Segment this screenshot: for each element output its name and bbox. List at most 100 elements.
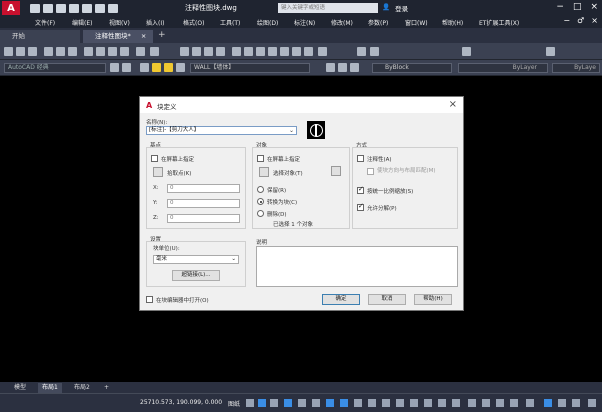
- isometric-icon[interactable]: [326, 399, 334, 407]
- print-icon[interactable]: [44, 47, 53, 56]
- paste-icon[interactable]: [108, 47, 117, 56]
- menu-edit[interactable]: 编辑(E): [72, 18, 109, 27]
- maximize-button[interactable]: □: [573, 2, 582, 12]
- menu-dimension[interactable]: 标注(N): [294, 18, 331, 27]
- layer-previous-icon[interactable]: [338, 63, 347, 72]
- workspace-switch-icon[interactable]: [468, 399, 476, 407]
- chevron-down-icon[interactable]: ⌄: [289, 127, 294, 134]
- quick-properties-icon[interactable]: [510, 399, 518, 407]
- menu-draw[interactable]: 绘图(D): [257, 18, 294, 27]
- design-center-icon[interactable]: [244, 47, 253, 56]
- z-coordinate-field[interactable]: 0: [167, 214, 240, 223]
- cancel-button[interactable]: 取消: [368, 294, 406, 305]
- help-icon[interactable]: [357, 47, 366, 56]
- annotation-scale-icon[interactable]: [452, 399, 460, 407]
- pan-icon[interactable]: [180, 47, 189, 56]
- markup-icon[interactable]: [280, 47, 289, 56]
- tab-layout1[interactable]: 布局1: [38, 383, 62, 393]
- undo-icon[interactable]: [136, 47, 145, 56]
- y-coordinate-field[interactable]: 0: [167, 199, 240, 208]
- open-icon[interactable]: [16, 47, 25, 56]
- object-snap-tracking-icon[interactable]: [340, 399, 348, 407]
- open-icon[interactable]: [43, 3, 53, 13]
- object-snap-icon[interactable]: [354, 399, 362, 407]
- print-icon[interactable]: [82, 3, 92, 13]
- layer-select[interactable]: WALL【墙体】: [190, 63, 310, 73]
- retain-radio[interactable]: [257, 186, 264, 193]
- menu-modify[interactable]: 修改(M): [331, 18, 368, 27]
- quick-select-icon[interactable]: [331, 166, 341, 176]
- undo-icon[interactable]: [95, 3, 105, 13]
- sun-icon[interactable]: [164, 63, 173, 72]
- objects-on-screen-checkbox[interactable]: [257, 155, 264, 162]
- tool-palettes-icon[interactable]: [256, 47, 265, 56]
- menu-parametric[interactable]: 参数(P): [368, 18, 405, 27]
- menu-insert[interactable]: 插入(I): [146, 18, 183, 27]
- doc-close-button[interactable]: ×: [591, 16, 598, 25]
- cursor-coordinates[interactable]: 25710.573, 190.099, 0.000: [140, 399, 222, 406]
- app-menu-button[interactable]: A: [2, 1, 20, 15]
- gear-icon[interactable]: [122, 63, 131, 72]
- menu-et-tools[interactable]: ET扩展工具(X): [479, 18, 539, 27]
- text-style-icon[interactable]: [318, 47, 327, 56]
- make-current-icon[interactable]: [326, 63, 335, 72]
- auto-scale-icon[interactable]: [438, 399, 446, 407]
- save-icon[interactable]: [56, 3, 66, 13]
- close-button[interactable]: ×: [590, 2, 598, 12]
- match-orientation-checkbox[interactable]: [367, 168, 374, 175]
- scale-uniformly-checkbox[interactable]: [357, 185, 364, 194]
- units-icon[interactable]: [496, 399, 504, 407]
- menu-window[interactable]: 窗口(W): [405, 18, 442, 27]
- lock-ui-icon[interactable]: [526, 399, 534, 407]
- login-area[interactable]: 👤 登录: [382, 3, 408, 13]
- polar-tracking-icon[interactable]: [312, 399, 320, 407]
- redo-icon[interactable]: [108, 3, 118, 13]
- plus-icon[interactable]: [482, 399, 490, 407]
- calculator-icon[interactable]: [304, 47, 313, 56]
- workspace-select[interactable]: AutoCAD 经典: [4, 63, 106, 73]
- dimension-style-icon[interactable]: [462, 47, 471, 56]
- allow-exploding-checkbox[interactable]: [357, 202, 364, 211]
- tab-close-icon[interactable]: ×: [141, 32, 146, 40]
- paper-space-toggle[interactable]: 图纸: [228, 399, 240, 408]
- sheet-set-icon[interactable]: [268, 47, 277, 56]
- search-input[interactable]: 键入关键字或短语: [278, 3, 378, 13]
- tab-active-drawing[interactable]: 注释性图块* ×: [83, 30, 153, 43]
- tab-start[interactable]: 开始: [0, 30, 80, 43]
- menu-tools[interactable]: 工具(T): [220, 18, 257, 27]
- convert-to-block-radio[interactable]: [257, 198, 264, 205]
- 3d-object-snap-icon[interactable]: [410, 399, 418, 407]
- base-point-on-screen-checkbox[interactable]: [151, 155, 158, 162]
- save-as-icon[interactable]: [69, 3, 79, 13]
- linetype-select[interactable]: ByLayer: [458, 63, 548, 73]
- snap-icon[interactable]: [258, 399, 266, 407]
- help-button[interactable]: 帮助(H): [414, 294, 452, 305]
- save-icon[interactable]: [28, 47, 37, 56]
- tab-model[interactable]: 模型: [10, 383, 30, 393]
- grid-icon[interactable]: [246, 399, 254, 407]
- copy-icon[interactable]: [96, 47, 105, 56]
- isolate-objects-icon[interactable]: [544, 399, 552, 407]
- block-unit-select[interactable]: 毫米 ⌄: [153, 255, 239, 264]
- zoom-realtime-icon[interactable]: [192, 47, 201, 56]
- menu-format[interactable]: 格式(O): [183, 18, 220, 27]
- color-select[interactable]: ByBlock: [372, 63, 452, 73]
- login-label[interactable]: 登录: [395, 3, 408, 13]
- lineweight-icon[interactable]: [368, 399, 376, 407]
- text-icon[interactable]: [370, 47, 379, 56]
- add-layout-button[interactable]: +: [100, 383, 113, 393]
- ortho-icon[interactable]: [298, 399, 306, 407]
- zoom-window-icon[interactable]: [204, 47, 213, 56]
- menu-file[interactable]: 文件(F): [35, 18, 72, 27]
- properties-icon[interactable]: [232, 47, 241, 56]
- workspace-settings-icon[interactable]: [110, 63, 119, 72]
- annotation-visibility-icon[interactable]: [424, 399, 432, 407]
- redo-icon[interactable]: [150, 47, 159, 56]
- hyperlink-button[interactable]: 超链接(L)...: [172, 270, 220, 281]
- cut-icon[interactable]: [84, 47, 93, 56]
- lightbulb-icon[interactable]: [152, 63, 161, 72]
- match-properties-icon[interactable]: [120, 47, 129, 56]
- select-objects-button[interactable]: [259, 167, 269, 177]
- zoom-previous-icon[interactable]: [216, 47, 225, 56]
- customization-menu-icon[interactable]: [588, 399, 596, 407]
